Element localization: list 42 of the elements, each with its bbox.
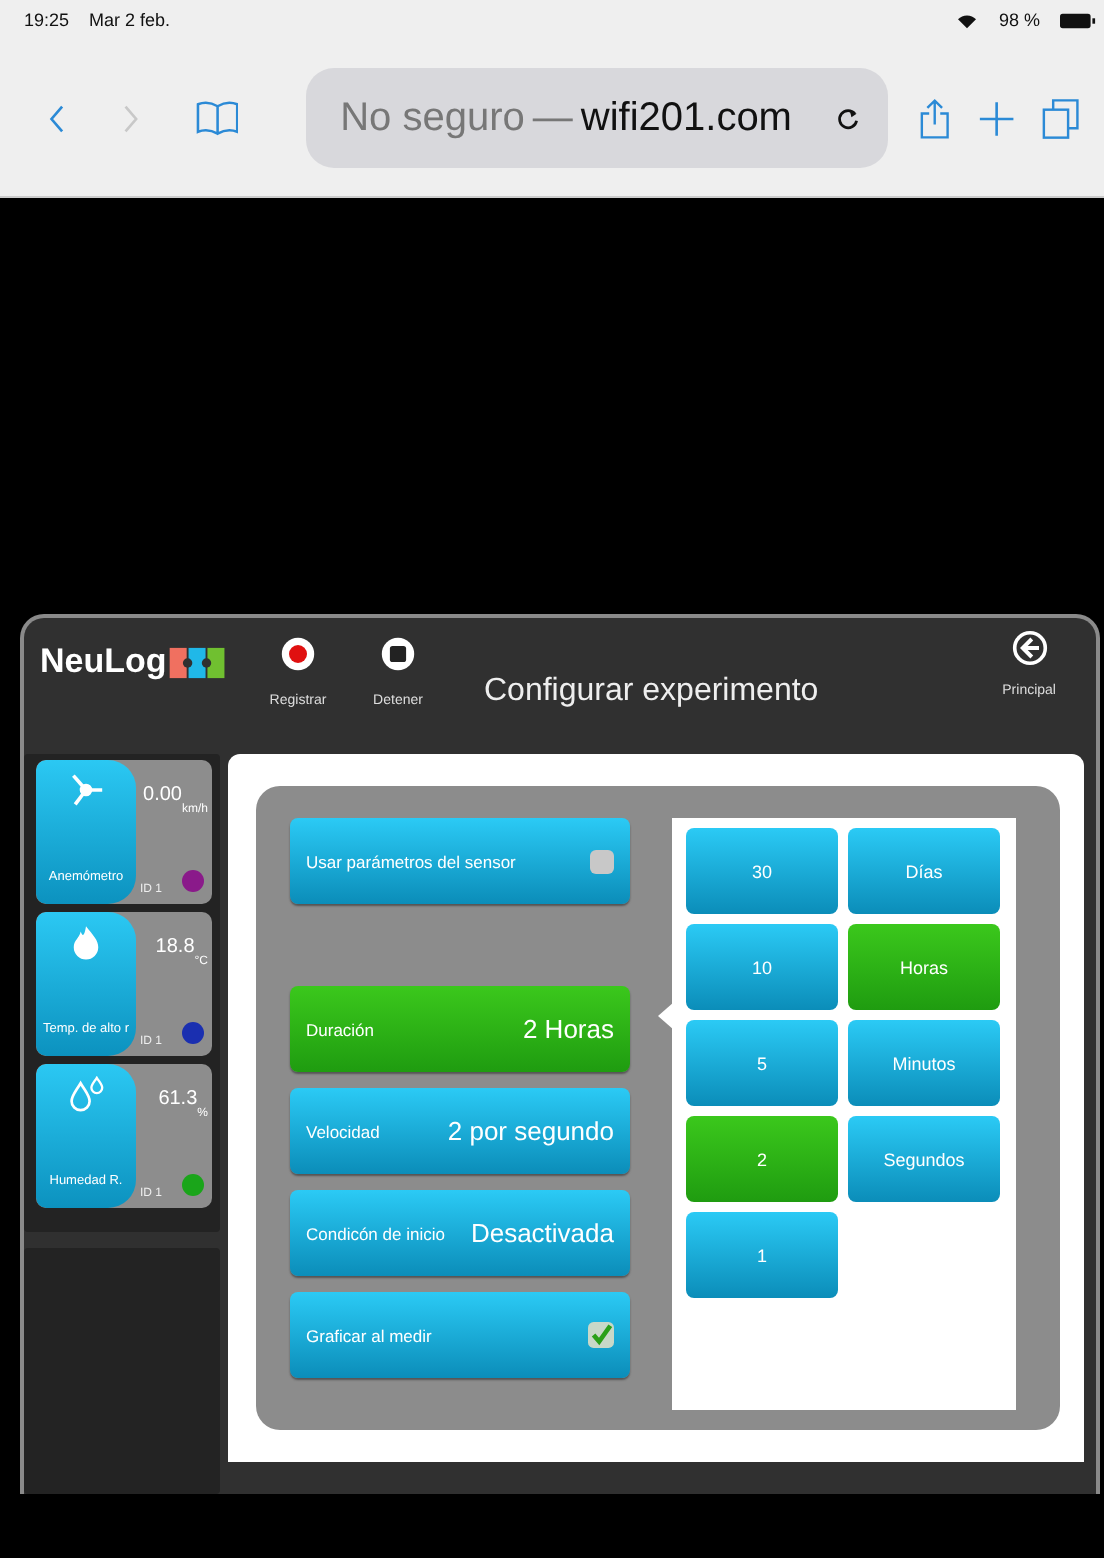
security-label: No seguro [340,95,525,141]
logo-icon [168,645,229,679]
unit-option[interactable]: Días [848,828,1000,914]
share-icon[interactable] [919,97,950,139]
amount-option[interactable]: 5 [686,1020,838,1106]
setting-button[interactable]: Velocidad 2 por segundo [290,1088,630,1174]
status-time: 19:25 [24,10,70,30]
back-icon[interactable] [48,103,66,133]
bookmarks-icon[interactable] [195,100,239,136]
sensor-value: 61.3 [158,1088,198,1110]
amount-option[interactable]: 10 [686,924,838,1010]
flame-icon [72,924,100,960]
tabs-icon[interactable] [1042,97,1080,139]
stop-icon [380,636,416,672]
app-logo-text: NeuLog [40,642,167,682]
wifi-icon [956,11,979,29]
sensor-value: 0.00 [143,784,182,806]
unit-option[interactable]: Segundos [848,1116,1000,1202]
record-icon [280,636,316,672]
separator-dash: — [532,95,573,141]
status-date: Mar 2 feb. [89,10,171,30]
checkbox[interactable] [590,849,614,873]
page-title: Configurar experimento [484,674,819,710]
setting-button[interactable]: Condicón de inicio Desactivada [290,1190,630,1276]
address-bar[interactable]: No seguro — wifi201.com [306,68,888,168]
sensor-value: 18.8 [155,936,195,958]
setting-button[interactable]: Usar parámetros del sensor [290,818,630,904]
unit-option[interactable]: Minutos [848,1020,1000,1106]
domain-text: wifi201.com [580,95,792,141]
checkbox-checked-icon[interactable] [588,1322,614,1348]
water-drops-icon [66,1076,106,1112]
new-tab-icon[interactable] [977,99,1015,137]
setting-button[interactable]: Duración 2 Horas [290,986,630,1072]
amount-option[interactable]: 30 [686,828,838,914]
battery-icon [1060,11,1096,29]
unit-option[interactable]: Horas [848,924,1000,1010]
amount-option[interactable]: 1 [686,1212,838,1298]
reload-icon[interactable] [835,105,860,131]
battery-level: 98 % [998,10,1040,30]
fan-icon [68,772,104,808]
setting-button[interactable]: Graficar al medir [290,1292,630,1378]
amount-option[interactable]: 2 [686,1116,838,1202]
